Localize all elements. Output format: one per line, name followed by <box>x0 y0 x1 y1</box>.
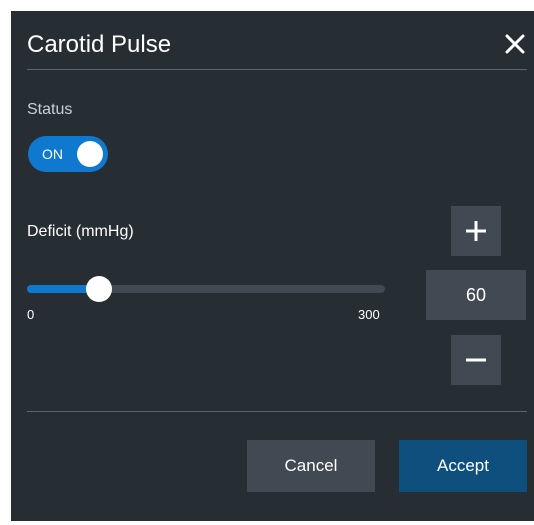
close-icon <box>505 34 525 54</box>
deficit-slider[interactable] <box>27 276 385 302</box>
deficit-label: Deficit (mmHg) <box>27 223 134 240</box>
increment-button[interactable] <box>451 206 501 256</box>
dialog-title: Carotid Pulse <box>27 31 172 58</box>
decrement-button[interactable] <box>451 335 501 385</box>
status-label: Status <box>27 101 73 118</box>
header-divider <box>27 69 527 70</box>
minus-icon <box>466 358 486 362</box>
carotid-pulse-dialog: Carotid Pulse Status ON Deficit (mmHg) 0… <box>11 11 534 521</box>
status-toggle[interactable]: ON <box>28 136 108 172</box>
deficit-value-field[interactable]: 60 <box>426 270 526 320</box>
cancel-button[interactable]: Cancel <box>247 440 375 492</box>
close-button[interactable] <box>502 31 528 57</box>
plus-icon <box>466 221 486 241</box>
toggle-knob <box>77 141 103 167</box>
slider-min-label: 0 <box>27 307 35 322</box>
footer-divider <box>27 411 527 412</box>
slider-thumb[interactable] <box>85 276 112 302</box>
accept-button[interactable]: Accept <box>399 440 527 492</box>
slider-max-label: 300 <box>358 307 380 322</box>
toggle-state-text: ON <box>42 146 63 162</box>
